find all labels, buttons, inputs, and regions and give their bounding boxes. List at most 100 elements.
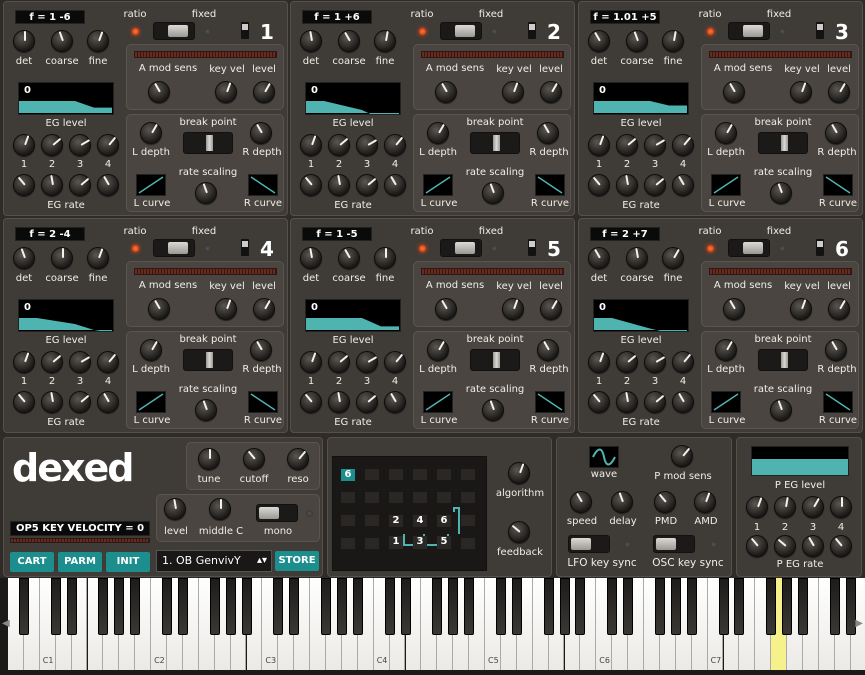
- black-key[interactable]: [209, 578, 220, 635]
- coarse-knob[interactable]: [338, 247, 360, 269]
- break-point-slider[interactable]: [470, 132, 520, 154]
- eg-rate-3-knob[interactable]: [69, 391, 91, 413]
- l-depth-knob[interactable]: [427, 339, 449, 361]
- eg-level-3-knob[interactable]: [356, 351, 378, 373]
- black-key[interactable]: [623, 578, 634, 635]
- eg-rate-3-knob[interactable]: [644, 391, 666, 413]
- black-key[interactable]: [114, 578, 125, 635]
- delay-knob[interactable]: [611, 491, 633, 513]
- level-knob[interactable]: [164, 498, 186, 520]
- ratio-fixed-switch[interactable]: [440, 22, 482, 40]
- ratio-fixed-switch[interactable]: [728, 239, 770, 257]
- r-curve-display[interactable]: [823, 391, 853, 413]
- r-depth-knob[interactable]: [825, 339, 847, 361]
- ratio-fixed-switch[interactable]: [728, 22, 770, 40]
- scroll-right-icon[interactable]: ▶: [855, 618, 863, 629]
- rate-scaling-knob[interactable]: [482, 399, 504, 421]
- eg-rate-4-knob[interactable]: [97, 174, 119, 196]
- mono-switch[interactable]: [256, 504, 298, 522]
- eg-level-display[interactable]: 0: [18, 82, 114, 115]
- eg-level-1-knob[interactable]: [588, 351, 610, 373]
- eg-rate-4-knob[interactable]: [384, 391, 406, 413]
- eg-level-3-knob[interactable]: [69, 134, 91, 156]
- ratio-fixed-switch[interactable]: [153, 22, 195, 40]
- p-mod-sens-knob[interactable]: [671, 445, 693, 467]
- eg-rate-1-knob[interactable]: [13, 391, 35, 413]
- operator-enable-switch[interactable]: [241, 22, 249, 39]
- black-key[interactable]: [670, 578, 681, 635]
- eg-rate-2-knob[interactable]: [328, 391, 350, 413]
- fine-knob[interactable]: [87, 30, 109, 52]
- black-key[interactable]: [734, 578, 745, 635]
- eg-level-1-knob[interactable]: [300, 134, 322, 156]
- tune-knob[interactable]: [198, 448, 220, 470]
- break-point-slider[interactable]: [183, 349, 233, 371]
- pmd-knob[interactable]: [654, 491, 676, 513]
- black-key[interactable]: [495, 578, 506, 635]
- black-key[interactable]: [432, 578, 443, 635]
- r-curve-display[interactable]: [535, 174, 565, 196]
- eg-rate-3-knob[interactable]: [69, 174, 91, 196]
- black-key[interactable]: [384, 578, 395, 635]
- black-key[interactable]: [400, 578, 411, 635]
- break-point-slider[interactable]: [183, 132, 233, 154]
- eg-level-2-knob[interactable]: [328, 134, 350, 156]
- det-knob[interactable]: [300, 30, 322, 52]
- eg-level-2-knob[interactable]: [616, 351, 638, 373]
- keyboard[interactable]: C1 C2 C3 C4 C5 C6 C7 ◀ ▶: [0, 578, 865, 675]
- eg-level-3-knob[interactable]: [356, 134, 378, 156]
- a-mod-sens-knob[interactable]: [148, 81, 170, 103]
- eg-level-3-knob[interactable]: [69, 351, 91, 373]
- black-key[interactable]: [130, 578, 141, 635]
- p-eg-level-2-knob[interactable]: [774, 496, 796, 518]
- fine-knob[interactable]: [374, 247, 396, 269]
- p-eg-level-1-knob[interactable]: [746, 496, 768, 518]
- eg-rate-4-knob[interactable]: [384, 174, 406, 196]
- a-mod-sens-knob[interactable]: [148, 298, 170, 320]
- eg-level-1-knob[interactable]: [300, 351, 322, 373]
- p-eg-level-3-knob[interactable]: [802, 496, 824, 518]
- ratio-fixed-switch[interactable]: [153, 239, 195, 257]
- eg-rate-3-knob[interactable]: [644, 174, 666, 196]
- l-curve-display[interactable]: [423, 391, 453, 413]
- level-knob[interactable]: [828, 298, 850, 320]
- p-eg-rate-4-knob[interactable]: [830, 535, 852, 557]
- key-vel-knob[interactable]: [790, 81, 812, 103]
- fine-knob[interactable]: [662, 247, 684, 269]
- level-knob[interactable]: [828, 81, 850, 103]
- coarse-knob[interactable]: [338, 30, 360, 52]
- black-key[interactable]: [686, 578, 697, 635]
- operator-enable-switch[interactable]: [528, 239, 536, 256]
- black-key[interactable]: [66, 578, 77, 635]
- rate-scaling-knob[interactable]: [195, 399, 217, 421]
- a-mod-sens-knob[interactable]: [723, 298, 745, 320]
- black-key[interactable]: [18, 578, 29, 635]
- eg-rate-2-knob[interactable]: [616, 391, 638, 413]
- r-depth-knob[interactable]: [250, 122, 272, 144]
- cart-button[interactable]: CART: [10, 552, 54, 572]
- black-key[interactable]: [829, 578, 840, 635]
- black-key[interactable]: [766, 578, 777, 635]
- key-vel-knob[interactable]: [790, 298, 812, 320]
- cutoff-knob[interactable]: [243, 448, 265, 470]
- eg-level-4-knob[interactable]: [384, 351, 406, 373]
- eg-rate-4-knob[interactable]: [97, 391, 119, 413]
- coarse-knob[interactable]: [51, 30, 73, 52]
- r-curve-display[interactable]: [535, 391, 565, 413]
- key-vel-knob[interactable]: [502, 81, 524, 103]
- lfo-key-sync-switch[interactable]: [568, 535, 610, 553]
- middle-c-knob[interactable]: [209, 498, 231, 520]
- break-point-slider[interactable]: [470, 349, 520, 371]
- algorithm-knob[interactable]: [508, 462, 530, 484]
- p-eg-display[interactable]: [751, 446, 849, 476]
- l-curve-display[interactable]: [136, 174, 166, 196]
- a-mod-sens-knob[interactable]: [723, 81, 745, 103]
- r-depth-knob[interactable]: [537, 339, 559, 361]
- l-depth-knob[interactable]: [140, 122, 162, 144]
- eg-level-4-knob[interactable]: [384, 134, 406, 156]
- l-depth-knob[interactable]: [715, 122, 737, 144]
- eg-level-1-knob[interactable]: [13, 134, 35, 156]
- black-key[interactable]: [321, 578, 331, 635]
- black-key[interactable]: [607, 578, 618, 635]
- init-button[interactable]: INIT: [106, 552, 150, 572]
